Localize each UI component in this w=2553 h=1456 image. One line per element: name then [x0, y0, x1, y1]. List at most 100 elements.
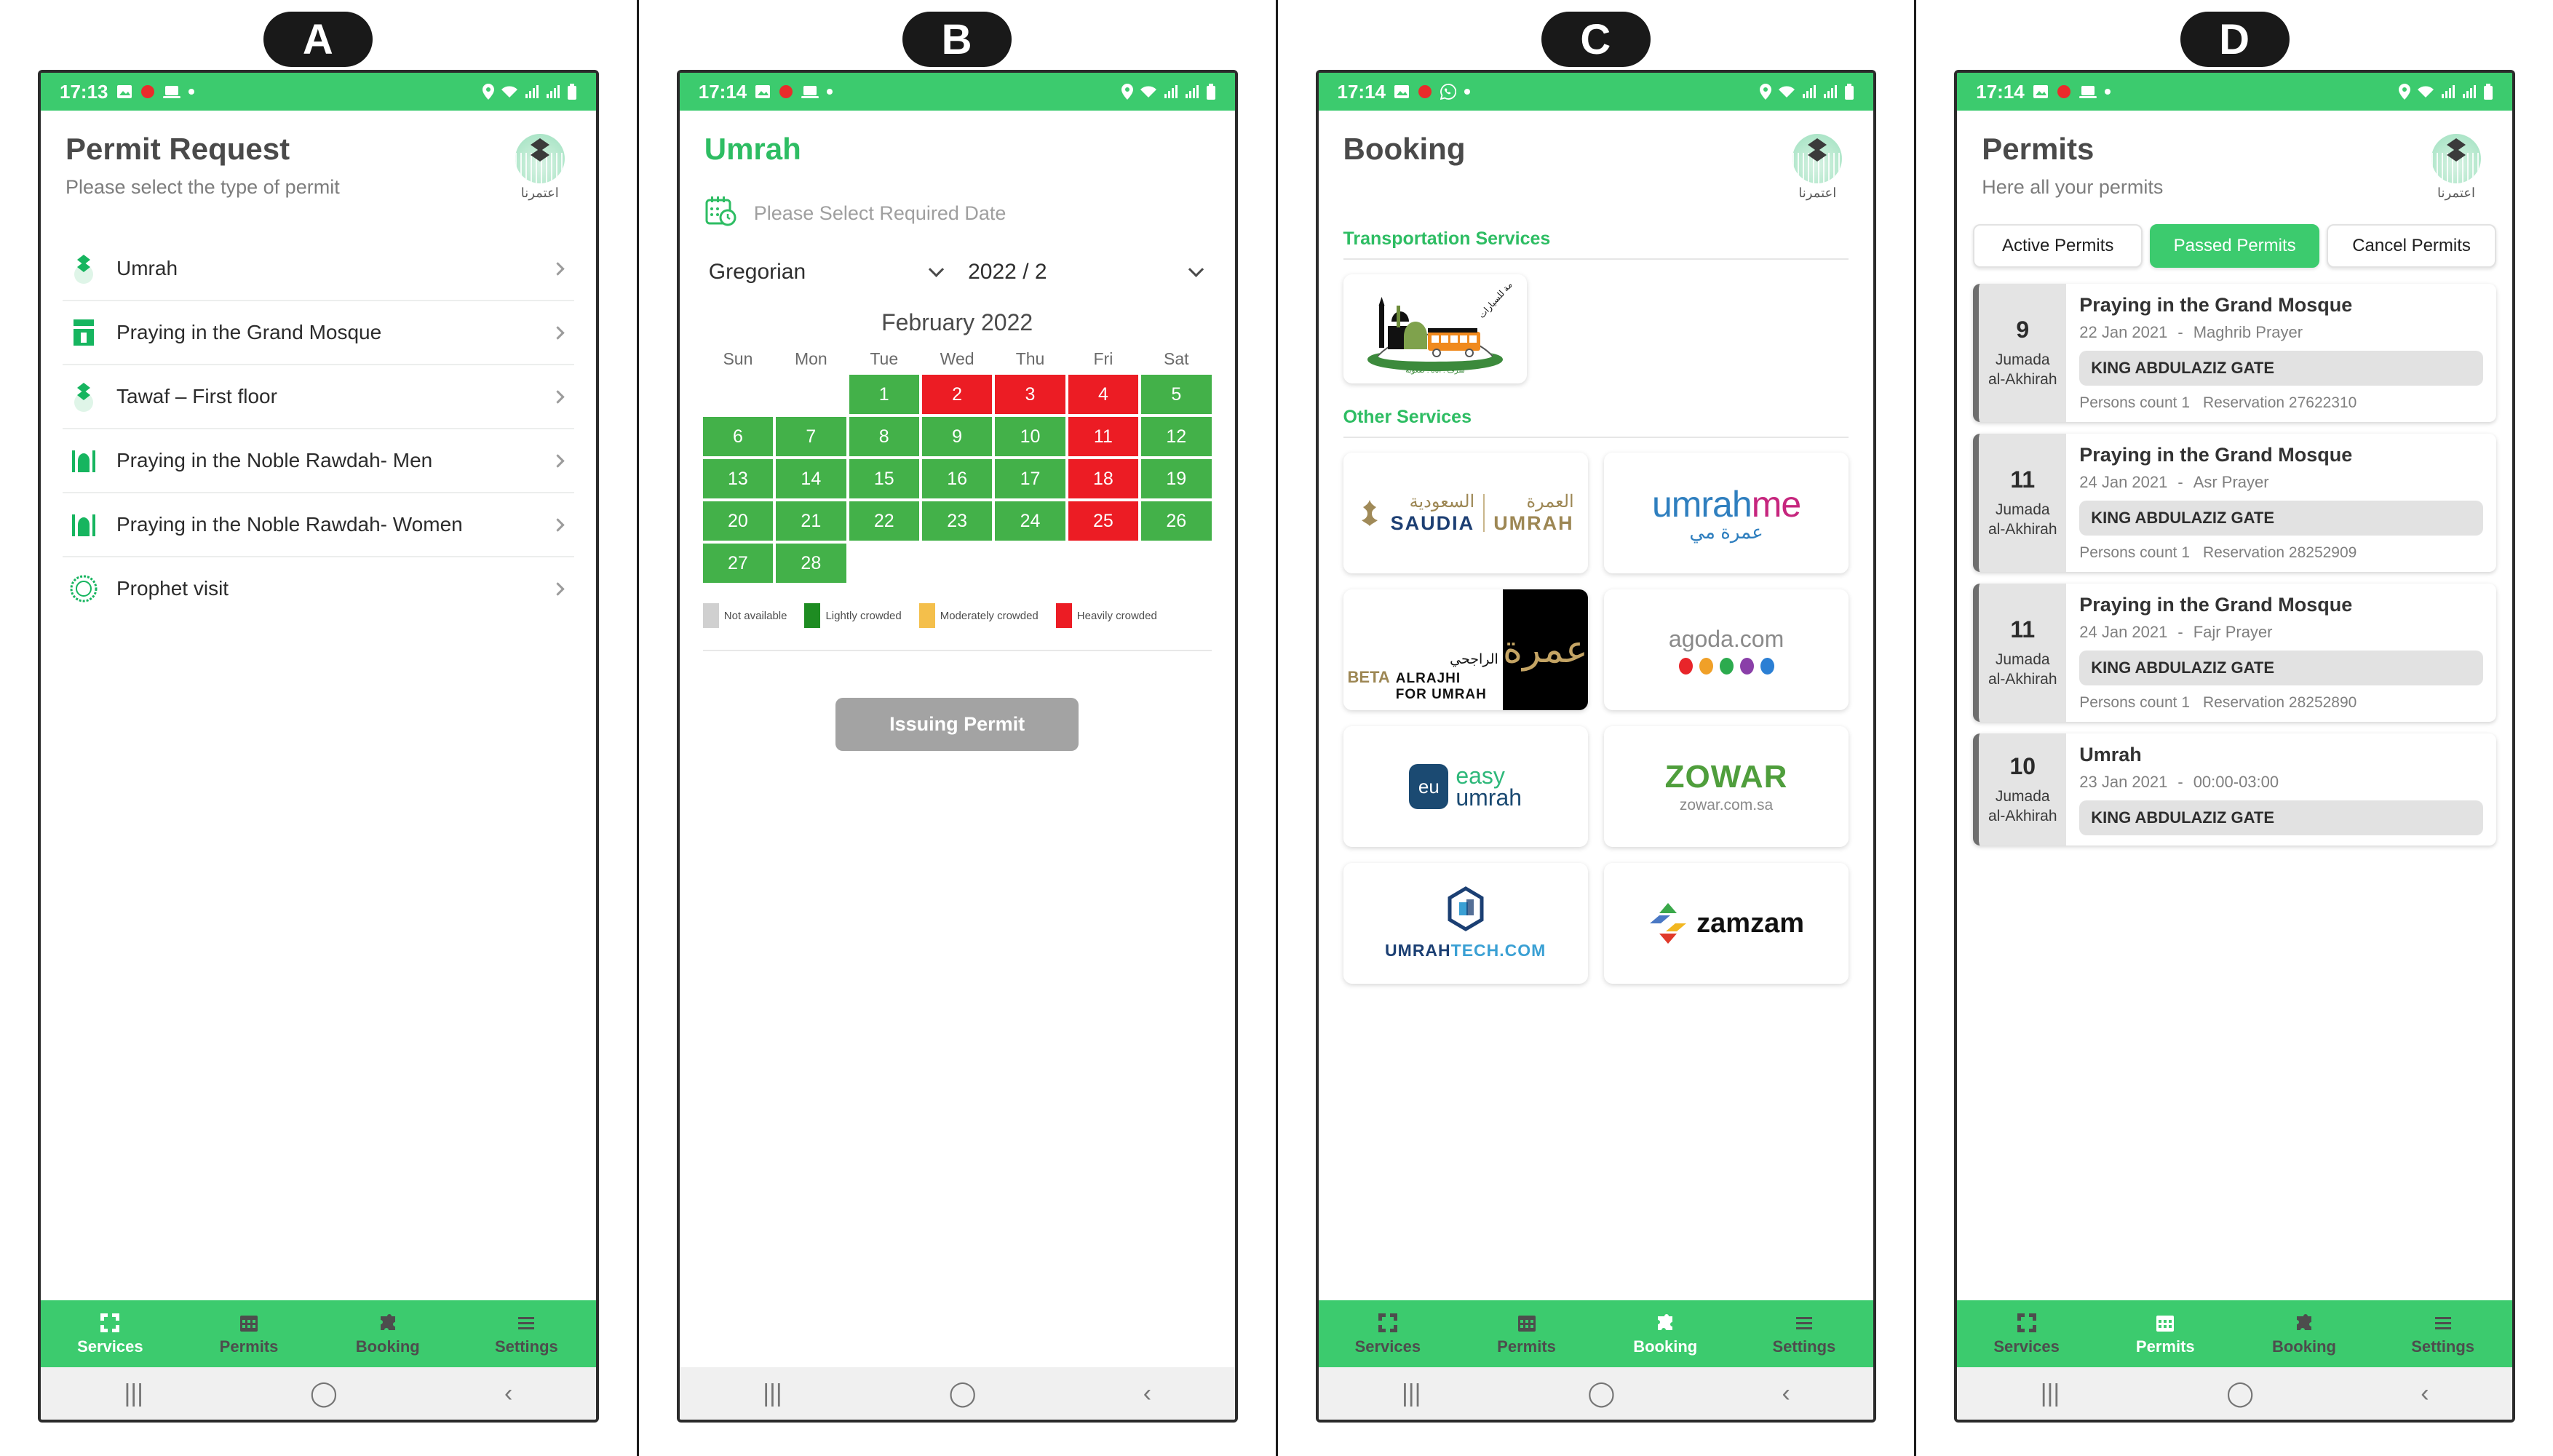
calendar-day[interactable]: 1 — [849, 375, 919, 415]
nav-permits[interactable]: Permits — [2096, 1300, 2235, 1367]
service-row-grand-mosque[interactable]: Praying in the Grand Mosque — [63, 301, 574, 365]
service-row-rawdah-men[interactable]: Praying in the Noble Rawdah- Men — [63, 429, 574, 493]
nav-services[interactable]: Services — [1957, 1300, 2096, 1367]
calendar-day[interactable]: 28 — [776, 544, 846, 584]
back-button[interactable]: ‹ — [1143, 1380, 1151, 1408]
service-card-umrahtech[interactable]: UMRAHTECH.COM — [1343, 863, 1588, 984]
home-button[interactable]: ◯ — [2226, 1379, 2254, 1408]
permit-card[interactable]: 10 Jumada al-Akhirah Umrah 23 Jan 2021-00:0… — [1973, 733, 2496, 846]
service-row-prophet-visit[interactable]: Prophet visit — [63, 557, 574, 620]
mosque-icon — [67, 445, 100, 477]
calendar-day[interactable]: 8 — [849, 417, 919, 457]
nav-settings[interactable]: Settings — [1735, 1300, 1874, 1367]
issuing-permit-button[interactable]: Issuing Permit — [835, 698, 1079, 752]
phone-frame-d: 17:14 Permits Here all your permits اعتم… — [1954, 70, 2515, 1423]
permit-card[interactable]: 11 Jumada al-Akhirah Praying in the Grand … — [1973, 584, 2496, 722]
calendar-day[interactable]: 27 — [702, 544, 774, 584]
calendar-day[interactable]: 19 — [1141, 459, 1212, 499]
system-nav-a: ||| ◯ ‹ — [41, 1367, 596, 1420]
service-card-agoda[interactable]: agoda.com — [1603, 589, 1849, 710]
home-button[interactable]: ◯ — [949, 1379, 977, 1408]
calendar-day[interactable]: 17 — [995, 459, 1065, 499]
calendar-day[interactable]: 7 — [776, 417, 846, 457]
signal-icon — [525, 84, 539, 99]
chevron-down-icon — [929, 261, 945, 277]
permit-card[interactable]: 9 Jumada al-Akhirah Praying in the Grand M… — [1973, 284, 2496, 422]
calendar-day[interactable]: 23 — [921, 501, 993, 541]
service-card-easy-umrah[interactable]: eu easy umrah — [1343, 726, 1588, 847]
recents-button[interactable]: ||| — [124, 1380, 143, 1408]
service-row-umrah[interactable]: Umrah — [63, 237, 574, 301]
calendar-day[interactable]: 11 — [1068, 417, 1139, 457]
calendar-day[interactable]: 26 — [1141, 501, 1212, 541]
battery-icon — [1844, 84, 1854, 100]
recents-button[interactable]: ||| — [2041, 1380, 2060, 1408]
permit-card[interactable]: 11 Jumada al-Akhirah Praying in the Grand … — [1973, 434, 2496, 572]
system-nav-c: ||| ◯ ‹ — [1318, 1367, 1874, 1420]
permit-persons-count: Persons count 1 — [2079, 694, 2191, 711]
system-nav-b: ||| ◯ ‹ — [679, 1367, 1235, 1420]
transport-service-card[interactable]: الرئاسة العامة للسيارات شرف . اناة . صعو… — [1343, 274, 1527, 383]
tab-cancel-permits[interactable]: Cancel Permits — [2327, 224, 2497, 268]
calendar-day[interactable]: 9 — [921, 417, 993, 457]
permit-meta-separator: - — [2177, 473, 2183, 491]
nav-booking[interactable]: Booking — [2235, 1300, 2374, 1367]
service-row-tawaf[interactable]: Tawaf – First floor — [63, 365, 574, 429]
calendar-day[interactable]: 12 — [1141, 417, 1212, 457]
recents-button[interactable]: ||| — [1402, 1380, 1421, 1408]
calendar-day[interactable]: 18 — [1068, 459, 1139, 499]
calendar-day[interactable]: 13 — [702, 459, 774, 499]
calendar-day[interactable]: 14 — [776, 459, 846, 499]
service-card-zamzam[interactable]: zamzam — [1603, 863, 1849, 984]
back-button[interactable]: ‹ — [2421, 1380, 2429, 1408]
zamzam-text: zamzam — [1696, 907, 1804, 939]
calendar-day[interactable]: 15 — [849, 459, 919, 499]
tab-active-permits[interactable]: Active Permits — [1973, 224, 2143, 268]
seal-icon — [67, 573, 100, 605]
calendar-day[interactable]: 16 — [921, 459, 993, 499]
permit-gate: KING ABDULAZIZ GATE — [2079, 351, 2483, 386]
calendar-type-select[interactable]: Gregorian — [704, 257, 950, 287]
permit-hijri-date: 9 Jumada al-Akhirah — [1979, 284, 2067, 422]
service-row-rawdah-women[interactable]: Praying in the Noble Rawdah- Women — [63, 493, 574, 557]
date-input-placeholder: Please Select Required Date — [753, 202, 1006, 225]
legend-swatch — [804, 603, 821, 629]
calendar-day[interactable]: 4 — [1068, 375, 1139, 415]
calendar-day[interactable]: 21 — [776, 501, 846, 541]
service-card-zowar[interactable]: ZOWAR zowar.com.sa — [1603, 726, 1849, 847]
nav-settings[interactable]: Settings — [2373, 1300, 2512, 1367]
nav-permits[interactable]: Permits — [1457, 1300, 1596, 1367]
calendar-day[interactable]: 6 — [702, 417, 774, 457]
calendar-day[interactable]: 25 — [1068, 501, 1139, 541]
service-card-umrahme[interactable]: umrahme عمرة مي — [1603, 453, 1849, 573]
home-button[interactable]: ◯ — [310, 1379, 338, 1408]
year-month-select[interactable]: 2022 / 2 — [964, 257, 1210, 287]
calendar-day[interactable]: 20 — [702, 501, 774, 541]
calendar-day[interactable]: 10 — [995, 417, 1065, 457]
nav-permits[interactable]: Permits — [180, 1300, 319, 1367]
recents-button[interactable]: ||| — [763, 1380, 782, 1408]
back-button[interactable]: ‹ — [504, 1380, 512, 1408]
home-button[interactable]: ◯ — [1587, 1379, 1615, 1408]
service-card-saudia-umrah[interactable]: السعودية SAUDIA العمرة UMRAH — [1343, 453, 1588, 573]
nav-settings[interactable]: Settings — [457, 1300, 596, 1367]
date-picker-row[interactable]: Please Select Required Date — [680, 191, 1235, 232]
nav-booking[interactable]: Booking — [1596, 1300, 1735, 1367]
permit-date: 23 Jan 2021 — [2079, 773, 2168, 791]
legend-label: Moderately crowded — [940, 609, 1039, 622]
nav-label: Services — [1993, 1337, 2060, 1356]
calendar-day[interactable]: 24 — [995, 501, 1065, 541]
service-card-alrajhi-umrah[interactable]: الراجحي BETA ALRAJHI FOR UMRAH عمرة — [1343, 589, 1588, 710]
calendar-day[interactable]: 5 — [1141, 375, 1212, 415]
nav-label: Permits — [219, 1337, 279, 1356]
back-button[interactable]: ‹ — [1782, 1380, 1790, 1408]
nav-services[interactable]: Services — [1319, 1300, 1458, 1367]
nav-booking[interactable]: Booking — [318, 1300, 457, 1367]
tab-passed-permits[interactable]: Passed Permits — [2150, 224, 2320, 268]
calendar-day[interactable]: 22 — [849, 501, 919, 541]
calendar-day[interactable]: 2 — [921, 375, 993, 415]
nav-services[interactable]: Services — [41, 1300, 180, 1367]
calendar-day[interactable]: 3 — [995, 375, 1065, 415]
saudia-english: SAUDIA — [1390, 512, 1475, 534]
permit-title: Umrah — [2079, 744, 2142, 765]
